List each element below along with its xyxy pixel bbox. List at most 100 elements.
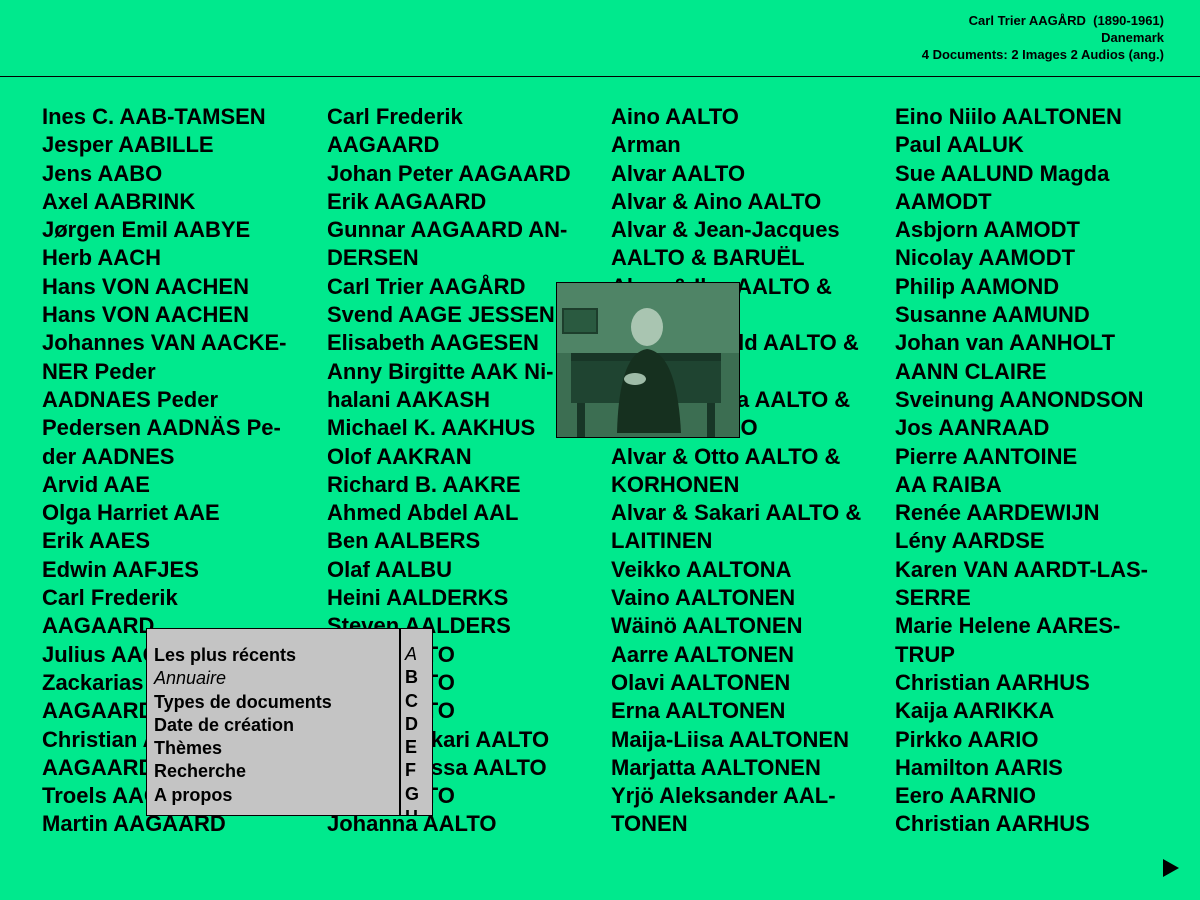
letter-a[interactable]: A xyxy=(405,643,419,666)
artist-name-entry[interactable]: KORHONEN xyxy=(611,471,891,499)
artist-name-entry[interactable]: Christian AARHUS xyxy=(895,810,1175,838)
artist-name-entry[interactable]: Arman xyxy=(611,131,891,159)
artist-name-entry[interactable]: AAMODT xyxy=(895,188,1175,216)
artist-name-entry[interactable]: Pirkko AARIO xyxy=(895,726,1175,754)
menu-item-les-plus-r-cents[interactable]: Les plus récents xyxy=(154,644,332,667)
artist-name-entry[interactable]: Maija-Liisa AALTONEN xyxy=(611,726,891,754)
artist-name-entry[interactable]: Olga Harriet AAE xyxy=(42,499,322,527)
artist-name-entry[interactable]: Veikko AALTONA xyxy=(611,556,891,584)
artist-name-entry[interactable]: NER Peder xyxy=(42,358,322,386)
artist-name-entry[interactable]: TONEN xyxy=(611,810,891,838)
artist-name-entry[interactable]: Aino AALTO xyxy=(611,103,891,131)
artist-name-entry[interactable]: Asbjorn AAMODT xyxy=(895,216,1175,244)
artist-name-entry[interactable]: Alvar AALTO xyxy=(611,160,891,188)
artist-name-entry[interactable]: Johan van AANHOLT xyxy=(895,329,1175,357)
artist-name-entry[interactable]: Ben AALBERS xyxy=(327,527,607,555)
artist-name-entry[interactable]: Paul AALUK xyxy=(895,131,1175,159)
artist-name-entry[interactable]: Kaija AARIKKA xyxy=(895,697,1175,725)
artist-name-entry[interactable]: AALTO & BARUËL xyxy=(611,244,891,272)
artist-name-entry[interactable]: Jens AABO xyxy=(42,160,322,188)
artist-name-entry[interactable]: Erna AALTONEN xyxy=(611,697,891,725)
artist-name-entry[interactable]: Pierre AANTOINE xyxy=(895,443,1175,471)
artist-name-entry[interactable]: Pedersen AADNÄS Pe- xyxy=(42,414,322,442)
artist-name-entry[interactable]: SERRE xyxy=(895,584,1175,612)
artist-name-entry[interactable]: Marjatta AALTONEN xyxy=(611,754,891,782)
artist-name-entry[interactable]: Eino Niilo AALTONEN xyxy=(895,103,1175,131)
artist-name-entry[interactable]: Alvar & Sakari AALTO & xyxy=(611,499,891,527)
artist-name-entry[interactable]: Richard B. AAKRE xyxy=(327,471,607,499)
artist-name-entry[interactable]: Edwin AAFJES xyxy=(42,556,322,584)
artist-name-entry[interactable]: Jos AANRAAD xyxy=(895,414,1175,442)
artist-name-entry[interactable]: Hamilton AARIS xyxy=(895,754,1175,782)
letter-c[interactable]: C xyxy=(405,690,419,713)
artist-name-entry[interactable]: Alvar & Aino AALTO xyxy=(611,188,891,216)
artist-name: Carl Trier AAGÅRD (1890-1961) xyxy=(968,13,1164,28)
artist-name-entry[interactable]: Hans VON AACHEN xyxy=(42,273,322,301)
artist-name-entry[interactable]: Heini AALDERKS xyxy=(327,584,607,612)
letter-d[interactable]: D xyxy=(405,713,419,736)
menu-item-recherche[interactable]: Recherche xyxy=(154,760,332,783)
artist-name-entry[interactable]: Ahmed Abdel AAL xyxy=(327,499,607,527)
artist-name-entry[interactable]: Nicolay AAMODT xyxy=(895,244,1175,272)
document-count: 4 Documents: 2 Images 2 Audios (ang.) xyxy=(921,47,1164,62)
artist-name-entry[interactable]: Wäinö AALTONEN xyxy=(611,612,891,640)
letter-e[interactable]: E xyxy=(405,736,419,759)
artist-name-entry[interactable]: Lény AARDSE xyxy=(895,527,1175,555)
artist-name-entry[interactable]: Sue AALUND Magda xyxy=(895,160,1175,188)
artist-name-entry[interactable]: DERSEN xyxy=(327,244,607,272)
artist-name-entry[interactable]: Herb AACH xyxy=(42,244,322,272)
artist-name-entry[interactable]: Susanne AAMUND xyxy=(895,301,1175,329)
artist-name-entry[interactable]: AADNAES Peder xyxy=(42,386,322,414)
artist-name-entry[interactable]: TRUP xyxy=(895,641,1175,669)
artist-info: Carl Trier AAGÅRD (1890-1961) Danemark 4… xyxy=(922,12,1164,63)
artist-name-entry[interactable]: Erik AAES xyxy=(42,527,322,555)
artist-name-entry[interactable]: Marie Helene AARES- xyxy=(895,612,1175,640)
play-arrow-icon[interactable] xyxy=(1163,859,1179,877)
menu-item-date-de-cr-ation[interactable]: Date de création xyxy=(154,714,332,737)
menu-item-types-de-documents[interactable]: Types de documents xyxy=(154,691,332,714)
artist-name-entry[interactable]: AAGAARD xyxy=(327,131,607,159)
artist-name-entry[interactable]: Erik AAGAARD xyxy=(327,188,607,216)
artist-name-entry[interactable]: LAITINEN xyxy=(611,527,891,555)
artist-name-entry[interactable]: Olof AAKRAN xyxy=(327,443,607,471)
artist-name-entry[interactable]: AANN CLAIRE xyxy=(895,358,1175,386)
letter-list: ABCDEFGH xyxy=(405,643,419,815)
artist-name-entry[interactable]: AA RAIBA xyxy=(895,471,1175,499)
name-column-4: Eino Niilo AALTONEN Paul AALUK Sue AALUND … xyxy=(895,103,1175,839)
letter-b[interactable]: B xyxy=(405,666,419,689)
artist-name-entry[interactable]: Jesper AABILLE xyxy=(42,131,322,159)
artist-name-entry[interactable]: Olavi AALTONEN xyxy=(611,669,891,697)
artist-name-entry[interactable]: Vaino AALTONEN xyxy=(611,584,891,612)
artist-name-entry[interactable]: Eero AARNIO xyxy=(895,782,1175,810)
artist-name-entry[interactable]: Sveinung AANONDSON xyxy=(895,386,1175,414)
artist-name-entry[interactable]: Christian AARHUS xyxy=(895,669,1175,697)
artist-name-entry[interactable]: Alvar & Jean-Jacques xyxy=(611,216,891,244)
letter-f[interactable]: F xyxy=(405,759,419,782)
artist-name-entry[interactable]: Carl Frederik xyxy=(42,584,322,612)
letter-g[interactable]: G xyxy=(405,783,419,806)
artist-name-entry[interactable]: Philip AAMOND xyxy=(895,273,1175,301)
artist-name-entry[interactable]: Jørgen Emil AABYE xyxy=(42,216,322,244)
artist-name-entry[interactable]: Axel AABRINK xyxy=(42,188,322,216)
artist-name-entry[interactable]: Ines C. AAB-TAMSEN xyxy=(42,103,322,131)
artist-name-entry[interactable]: Johan Peter AAGAARD xyxy=(327,160,607,188)
artist-name-entry[interactable]: Karen VAN AARDT-LAS- xyxy=(895,556,1175,584)
menu-item-annuaire[interactable]: Annuaire xyxy=(154,667,332,690)
artist-photo[interactable] xyxy=(556,282,740,438)
artist-name-entry[interactable]: der AADNES xyxy=(42,443,322,471)
artist-name-entry[interactable]: Arvid AAE xyxy=(42,471,322,499)
menu-items: Les plus récents Annuaire Types de documen… xyxy=(154,644,332,807)
artist-name-entry[interactable]: Olaf AALBU xyxy=(327,556,607,584)
artist-name-entry[interactable]: Yrjö Aleksander AAL- xyxy=(611,782,891,810)
artist-name-entry[interactable]: Renée AARDEWIJN xyxy=(895,499,1175,527)
artist-name-entry[interactable]: Hans VON AACHEN xyxy=(42,301,322,329)
artist-name-entry[interactable]: Johannes VAN AACKE- xyxy=(42,329,322,357)
letter-h[interactable]: H xyxy=(405,806,419,815)
menu-item-th-mes[interactable]: Thèmes xyxy=(154,737,332,760)
navigation-menu: Les plus récents Annuaire Types de documen… xyxy=(146,628,400,816)
artist-name-entry[interactable]: Gunnar AAGAARD AN- xyxy=(327,216,607,244)
artist-name-entry[interactable]: Alvar & Otto AALTO & xyxy=(611,443,891,471)
menu-item-a-propos[interactable]: A propos xyxy=(154,784,332,807)
artist-name-entry[interactable]: Aarre AALTONEN xyxy=(611,641,891,669)
artist-name-entry[interactable]: Carl Frederik xyxy=(327,103,607,131)
